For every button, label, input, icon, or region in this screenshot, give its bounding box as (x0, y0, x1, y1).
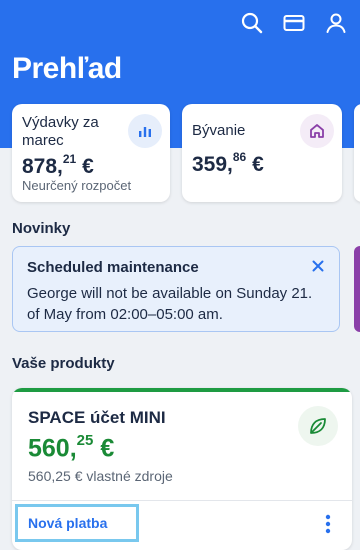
account-accent-bar (12, 388, 352, 392)
spending-tile[interactable]: Výdavky za marec 878,21 € Neurčený rozpo… (12, 104, 170, 202)
housing-tile[interactable]: Bývanie 359,86 € (182, 104, 342, 202)
more-options-icon[interactable] (318, 512, 338, 536)
account-balance: 560,25 € (28, 432, 115, 463)
maintenance-notice: Scheduled maintenance George will not be… (12, 246, 340, 332)
own-funds: 560,25 € vlastné zdroje (28, 468, 173, 484)
search-icon[interactable] (238, 9, 266, 37)
housing-amount: 359,86 € (192, 150, 264, 176)
card-icon[interactable] (280, 9, 308, 37)
spending-amount: 878,21 € (22, 152, 94, 178)
card-divider (12, 500, 352, 501)
page-title: Prehľad (12, 52, 122, 85)
news-section-title: Novinky (12, 220, 71, 237)
account-card[interactable]: SPACE účet MINI 560,25 € 560,25 € vlastn… (12, 388, 352, 550)
user-icon[interactable] (322, 9, 350, 37)
house-icon (300, 114, 334, 148)
next-news-peek[interactable] (354, 246, 360, 332)
notice-title: Scheduled maintenance (27, 259, 199, 276)
notice-body: George will not be available on Sunday 2… (27, 285, 313, 323)
spending-tile-label: Výdavky za marec (22, 114, 99, 149)
housing-tile-label: Bývanie (192, 122, 246, 139)
next-tile-peek[interactable] (354, 104, 360, 202)
new-payment-button[interactable]: Nová platba (15, 504, 139, 542)
products-section-title: Vaše produkty (12, 355, 115, 372)
header-actions (238, 9, 350, 37)
budget-status: Neurčený rozpočet (22, 178, 132, 193)
account-name: SPACE účet MINI (28, 408, 166, 427)
bar-chart-icon (128, 114, 162, 148)
close-icon[interactable] (309, 257, 327, 275)
leaf-icon (298, 406, 338, 446)
